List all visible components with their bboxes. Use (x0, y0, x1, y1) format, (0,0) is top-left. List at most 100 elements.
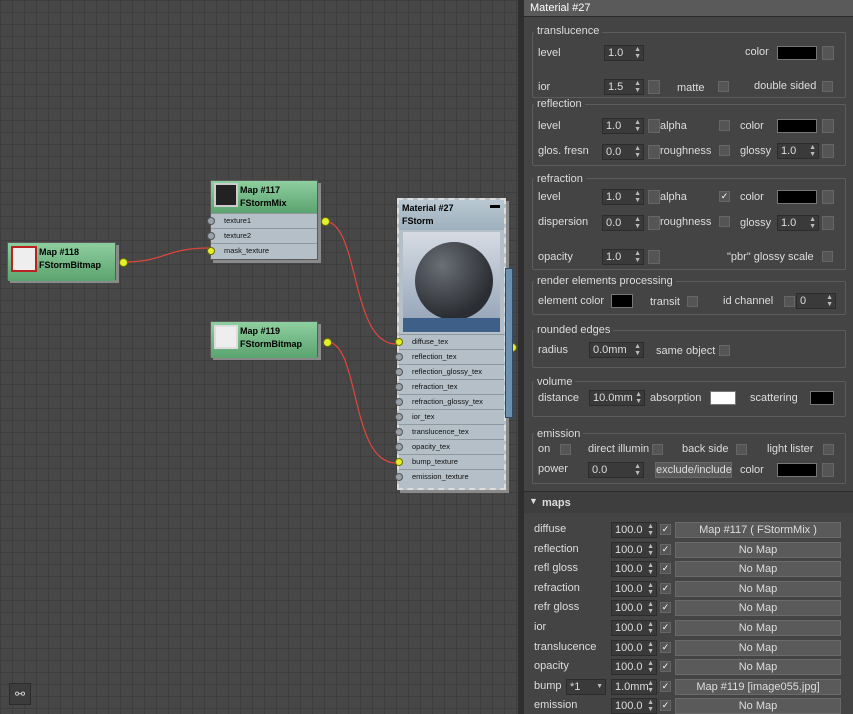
pin-icon[interactable] (395, 413, 403, 421)
pin-icon[interactable] (395, 398, 403, 406)
refraction-level-spinner[interactable]: 1.0 ▲ ▼ (602, 189, 644, 205)
element-color-swatch[interactable] (611, 294, 633, 308)
pin-icon[interactable] (395, 368, 403, 376)
map-enabled-checkbox[interactable]: ✓ (660, 661, 671, 673)
map-slot-button[interactable]: No Map (675, 600, 841, 617)
pin-icon[interactable] (395, 428, 403, 436)
back-side-checkbox[interactable] (736, 444, 747, 455)
emission-color-map-button[interactable] (822, 463, 834, 477)
map-enabled-checkbox[interactable]: ✓ (660, 641, 671, 653)
node-map-117-header[interactable]: Map #117 FStormMix (211, 181, 317, 213)
map-slot-button[interactable]: No Map (675, 541, 841, 558)
map-enabled-checkbox[interactable]: ✓ (660, 700, 671, 712)
translucence-color-map-button[interactable] (822, 46, 834, 60)
node-map-119[interactable]: Map #119 FStormBitmap (210, 321, 332, 358)
node-117-slot-mask[interactable]: mask_texture (207, 243, 317, 258)
node-27-slot[interactable]: opacity_tex (395, 439, 504, 454)
collapse-icon[interactable]: ▬ (490, 200, 500, 211)
glos-fresn-map-button[interactable] (648, 145, 660, 159)
map-enabled-checkbox[interactable]: ✓ (660, 543, 671, 555)
node-117-slot-texture1[interactable]: texture1 (207, 213, 317, 228)
map-amount-spinner[interactable]: 100.0 ▲ ▼ (611, 698, 657, 714)
map-amount-spinner[interactable]: 100.0 ▲ ▼ (611, 600, 657, 617)
opacity-map-button[interactable] (648, 250, 660, 264)
node-material-27[interactable]: Material #27 FStorm ▬ diffuse_tex reflect… (395, 198, 517, 490)
power-spinner[interactable]: 0.0 ▲ ▼ (588, 462, 644, 478)
refraction-alpha-checkbox[interactable]: ✓ (719, 191, 730, 202)
absorption-swatch[interactable] (710, 391, 736, 405)
map-amount-spinner[interactable]: 100.0 ▲ ▼ (611, 541, 657, 558)
map-enabled-checkbox[interactable]: ✓ (660, 602, 671, 614)
emission-on-checkbox[interactable] (560, 444, 571, 455)
chevron-down-icon[interactable]: ▼ (596, 683, 603, 690)
map-slot-button[interactable]: No Map (675, 561, 841, 578)
distance-spinner[interactable]: 10.0mm ▲ ▼ (589, 390, 645, 406)
reflection-color-map-button[interactable] (822, 119, 834, 133)
map-amount-spinner[interactable]: 100.0 ▲ ▼ (611, 522, 657, 538)
matte-checkbox[interactable] (718, 81, 729, 92)
node-27-slot[interactable]: reflection_glossy_tex (395, 364, 504, 379)
node-map-119-header[interactable]: Map #119 FStormBitmap (211, 322, 317, 358)
opacity-spinner[interactable]: 1.0 ▲ ▼ (602, 249, 644, 265)
map-slot-button[interactable]: No Map (675, 698, 841, 714)
pin-icon[interactable] (395, 383, 403, 391)
node-117-slot-texture2[interactable]: texture2 (207, 228, 317, 243)
node-map-118-output-pin[interactable] (119, 258, 128, 267)
map-enabled-checkbox[interactable]: ✓ (660, 622, 671, 633)
binocular-icon[interactable]: ⚯ (9, 683, 31, 705)
transit-checkbox[interactable] (687, 296, 698, 307)
radius-spinner[interactable]: 0.0mm ▲ ▼ (589, 342, 644, 358)
reflection-alpha-checkbox[interactable] (719, 120, 730, 131)
map-enabled-checkbox[interactable]: ✓ (660, 524, 671, 535)
emission-color-swatch[interactable] (777, 463, 817, 477)
reflection-level-map-button[interactable] (648, 119, 660, 133)
map-amount-spinner[interactable]: 100.0 ▲ ▼ (611, 561, 657, 578)
node-27-slot[interactable]: refraction_glossy_tex (395, 394, 504, 409)
reflection-level-spinner[interactable]: 1.0 ▲ ▼ (602, 118, 644, 134)
refraction-level-map-button[interactable] (648, 190, 660, 204)
map-slot-button[interactable]: No Map (675, 659, 841, 676)
map-slot-button[interactable]: Map #119 [image055.jpg] (675, 678, 841, 695)
pin-icon[interactable] (395, 443, 403, 451)
node-27-slot[interactable]: bump_texture (395, 454, 504, 469)
refraction-roughness-checkbox[interactable] (719, 216, 730, 227)
node-27-slot[interactable]: refraction_tex (395, 379, 504, 394)
map-enabled-checkbox[interactable]: ✓ (660, 563, 671, 575)
pin-icon[interactable] (207, 217, 215, 225)
reflection-glossy-spinner[interactable]: 1.0 ▲ ▼ (777, 143, 819, 159)
map-amount-spinner[interactable]: 100.0 ▲ ▼ (611, 620, 657, 636)
scattering-swatch[interactable] (810, 391, 834, 405)
ior-map-button[interactable] (648, 80, 660, 94)
refraction-color-swatch[interactable] (777, 190, 817, 204)
node-material-27-header[interactable]: Material #27 FStorm ▬ (399, 200, 504, 230)
node-27-slot[interactable]: diffuse_tex (395, 334, 504, 349)
node-editor-canvas[interactable]: Map #118 FStormBitmap Map #117 FStormMix… (0, 0, 520, 714)
map-amount-spinner[interactable]: 100.0 ▲ ▼ (611, 580, 657, 597)
map-slot-button[interactable]: Map #117 ( FStormMix ) (675, 522, 841, 538)
map-enabled-checkbox[interactable]: ✓ (660, 680, 671, 692)
map-amount-spinner[interactable]: 1.0mm ▲ ▼ (611, 678, 657, 695)
reflection-glossy-map-button[interactable] (822, 144, 834, 158)
pin-icon[interactable] (395, 473, 403, 481)
map-slot-button[interactable]: No Map (675, 620, 841, 636)
pin-active-icon[interactable] (395, 338, 403, 346)
collapse-triangle-icon[interactable]: ▼ (529, 496, 538, 506)
reflection-color-swatch[interactable] (777, 119, 817, 133)
reflection-roughness-checkbox[interactable] (719, 145, 730, 156)
node-27-slot[interactable]: reflection_tex (395, 349, 504, 364)
translucence-level-spinner[interactable]: 1.0 ▲ ▼ (604, 45, 644, 61)
exclude-include-button[interactable]: exclude/include (655, 462, 732, 478)
same-object-checkbox[interactable] (719, 345, 730, 356)
node-map-118[interactable]: Map #118 FStormBitmap (7, 242, 128, 281)
id-channel-spinner[interactable]: 0 ▲ ▼ (796, 293, 836, 309)
node-27-slot[interactable]: ior_tex (395, 409, 504, 424)
refraction-glossy-map-button[interactable] (822, 216, 834, 230)
bump-multiplier-dropdown[interactable]: *1 ▼ (566, 678, 606, 695)
translucence-color-swatch[interactable] (777, 46, 817, 60)
map-amount-spinner[interactable]: 100.0 ▲ ▼ (611, 659, 657, 676)
node-27-slot[interactable]: translucence_tex (395, 424, 504, 439)
pin-active-icon[interactable] (207, 247, 215, 255)
node-map-117[interactable]: Map #117 FStormMix texture1 texture2 mas… (207, 180, 330, 260)
pin-icon[interactable] (395, 353, 403, 361)
refraction-color-map-button[interactable] (822, 190, 834, 204)
